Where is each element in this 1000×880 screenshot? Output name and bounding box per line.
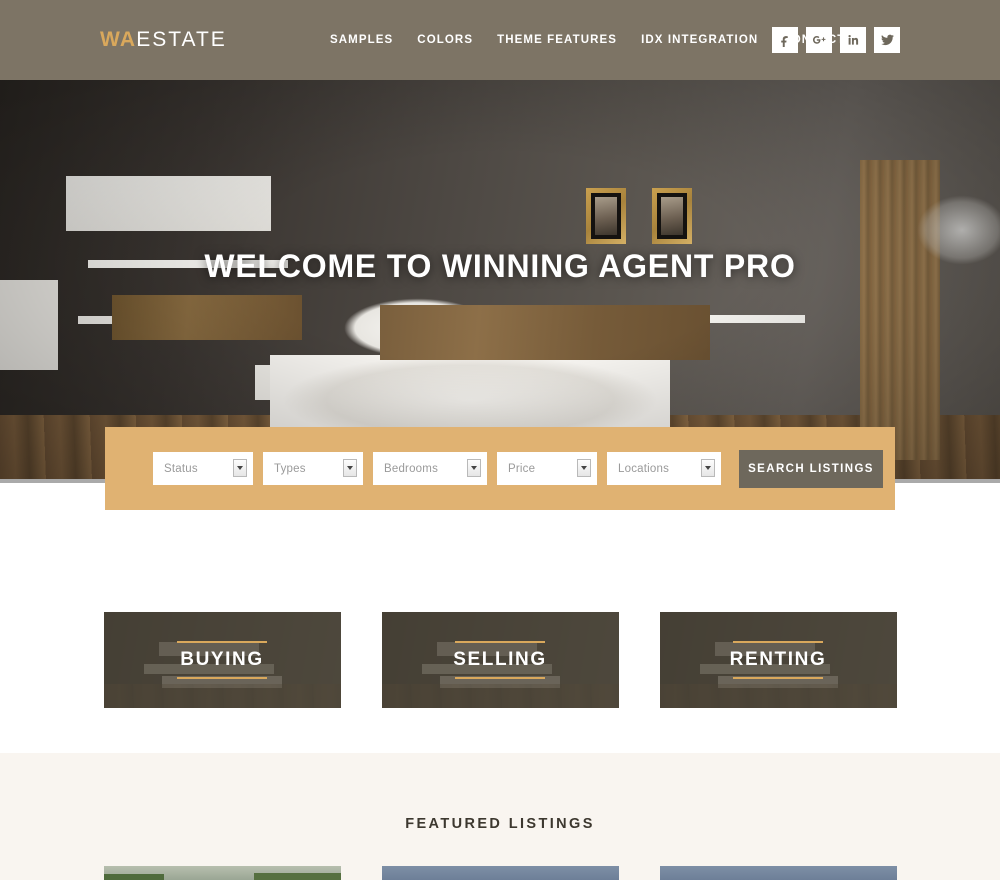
chevron-down-icon[interactable] (343, 459, 357, 477)
featured-listings-section: FEATURED LISTINGS (0, 753, 1000, 880)
search-select-status-label: Status (164, 462, 198, 475)
category-card-selling[interactable]: SELLING (381, 612, 619, 708)
chevron-down-icon[interactable] (701, 459, 715, 477)
category-label-selling: SELLING (453, 649, 547, 670)
facebook-icon[interactable] (772, 27, 798, 53)
hero-title: WELCOME TO WINNING AGENT PRO (204, 248, 796, 284)
nav-item-colors[interactable]: COLORS (405, 34, 485, 46)
search-select-locations[interactable]: Locations (607, 452, 721, 485)
listing-card-1[interactable] (103, 866, 341, 880)
hero-section: WELCOME TO WINNING AGENT PRO (0, 80, 1000, 483)
nav-item-samples[interactable]: SAMPLES (318, 34, 405, 46)
divider-top (733, 641, 823, 643)
property-search-bar: Status Types Bedrooms Price Locations SE… (105, 427, 895, 510)
featured-listings-grid (0, 866, 1000, 880)
divider-top (177, 641, 267, 643)
listing-card-2[interactable] (381, 866, 619, 880)
search-select-bedrooms[interactable]: Bedrooms (373, 452, 487, 485)
search-select-types[interactable]: Types (263, 452, 363, 485)
logo-rest-text: ESTATE (136, 28, 227, 51)
search-select-price-label: Price (508, 462, 536, 475)
divider-bottom (455, 677, 545, 679)
site-header: WAESTATE SAMPLES COLORS THEME FEATURES I… (0, 0, 1000, 80)
search-select-bedrooms-label: Bedrooms (384, 462, 439, 475)
chevron-down-icon[interactable] (577, 459, 591, 477)
category-card-renting[interactable]: RENTING (659, 612, 897, 708)
divider-bottom (177, 677, 267, 679)
category-label-renting: RENTING (729, 649, 827, 670)
search-select-price[interactable]: Price (497, 452, 597, 485)
divider-top (455, 641, 545, 643)
category-cards: BUYING SELLING RENTING (0, 612, 1000, 708)
nav-item-idx-integration[interactable]: IDX INTEGRATION (629, 34, 770, 46)
search-select-locations-label: Locations (618, 462, 670, 475)
divider-bottom (733, 677, 823, 679)
social-links (772, 27, 900, 53)
nav-item-theme-features[interactable]: THEME FEATURES (485, 34, 629, 46)
search-select-status[interactable]: Status (153, 452, 253, 485)
category-card-buying[interactable]: BUYING (103, 612, 341, 708)
chevron-down-icon[interactable] (467, 459, 481, 477)
google-plus-icon[interactable] (806, 27, 832, 53)
search-listings-button[interactable]: SEARCH LISTINGS (739, 449, 883, 488)
search-select-types-label: Types (274, 462, 306, 475)
chevron-down-icon[interactable] (233, 459, 247, 477)
category-label-buying: BUYING (180, 649, 264, 670)
site-logo[interactable]: WAESTATE (100, 28, 227, 52)
featured-listings-title: FEATURED LISTINGS (405, 816, 595, 832)
linkedin-icon[interactable] (840, 27, 866, 53)
logo-accent-text: WA (100, 28, 137, 51)
listing-card-3[interactable] (659, 866, 897, 880)
twitter-icon[interactable] (874, 27, 900, 53)
